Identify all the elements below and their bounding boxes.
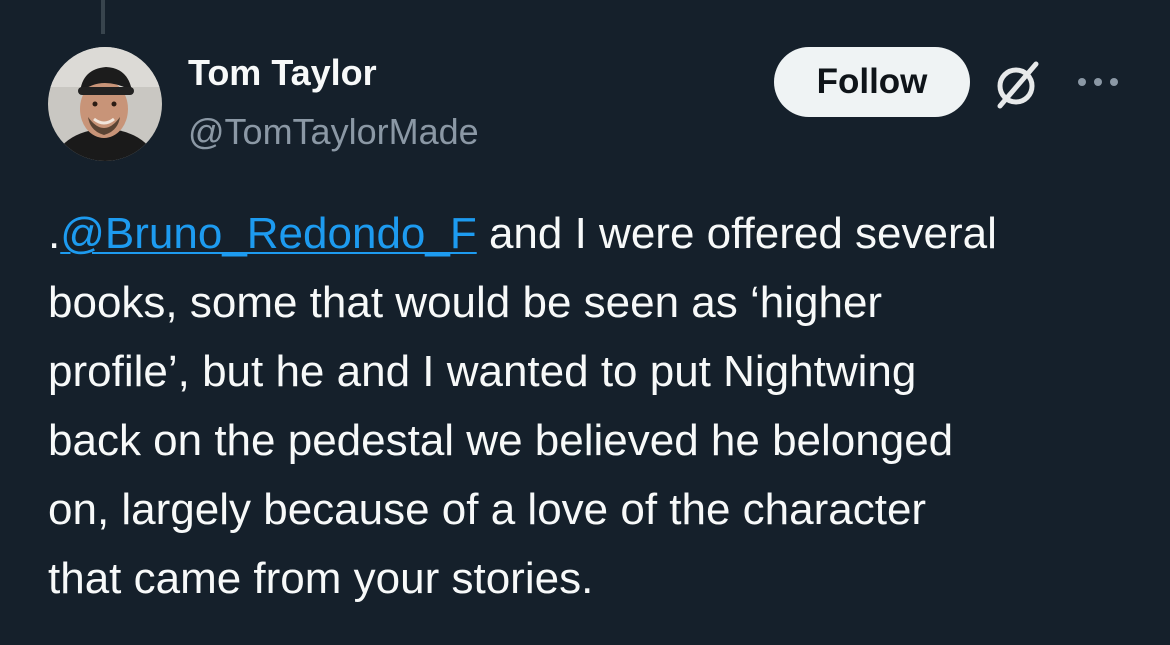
more-options-icon[interactable] (1074, 66, 1122, 98)
avatar[interactable] (48, 47, 162, 161)
author-name[interactable]: Tom Taylor (188, 52, 377, 94)
thread-connector-line (101, 0, 105, 34)
grok-icon[interactable] (990, 56, 1046, 112)
author-handle[interactable]: @TomTaylorMade (188, 111, 479, 153)
tweet-text-line: books, some that would be seen as ‘highe… (48, 278, 883, 327)
text-segment: and I were offered several (476, 209, 997, 258)
user-avatar-icon (48, 47, 162, 161)
grok-slash-circle-icon (997, 61, 1039, 109)
tweet-text-line: profile’, but he and I wanted to put Nig… (48, 347, 917, 396)
ellipsis-icon (1078, 78, 1118, 86)
tweet-text: .@Bruno_Redondo_F and I were offered sev… (48, 199, 1128, 613)
text-prefix: . (48, 209, 61, 258)
follow-button[interactable]: Follow (774, 47, 970, 117)
tweet-text-line: .@Bruno_Redondo_F and I were offered sev… (48, 199, 1128, 268)
mention-link[interactable]: @Bruno_Redondo_F (60, 209, 477, 258)
tweet-text-line: on, largely because of a love of the cha… (48, 485, 927, 534)
tweet-text-line: that came from your stories. (48, 554, 594, 603)
tweet-text-line: back on the pedestal we believed he belo… (48, 416, 954, 465)
